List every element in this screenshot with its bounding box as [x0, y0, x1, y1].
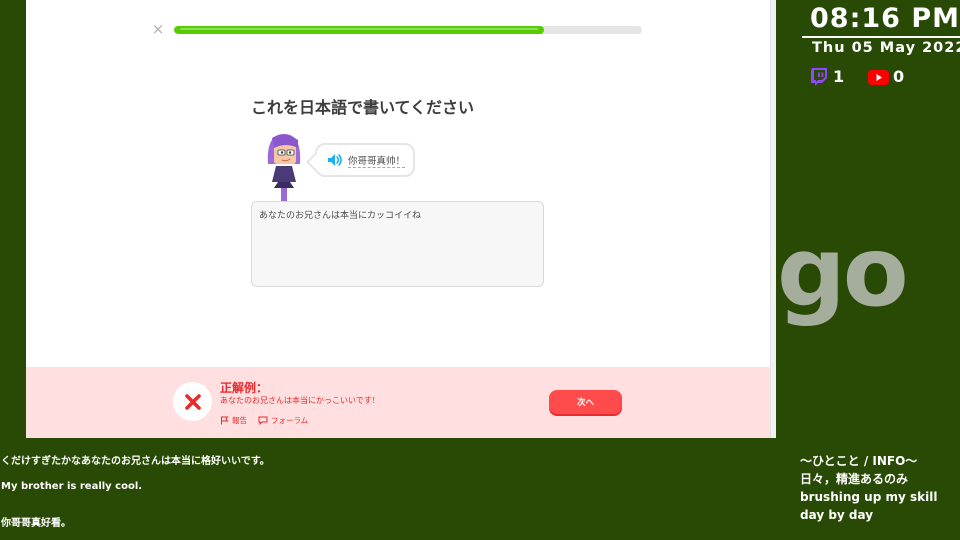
speech-bubble[interactable]: 你哥哥真帅！ [315, 143, 415, 177]
progress-bar [174, 26, 642, 34]
report-link[interactable]: 報告 [220, 415, 247, 426]
subtitle-english: My brother is really cool. [1, 481, 143, 492]
info-line-english: brushing up my skill day by day [800, 490, 938, 522]
feedback-title: 正解例： [220, 381, 269, 395]
twitch-count: 1 [833, 67, 845, 86]
clock-time: 08:16 PM [810, 3, 960, 34]
lesson-window: × これを日本語で書いてください 你哥哥真帅！ あなたのお兄さんは本当にカッコイ… [26, 0, 776, 438]
feedback-panel: 正解例： あなたのお兄さんは本当にかっこいいです！ 報告 フォーラム 次へ [26, 367, 770, 438]
clock-date: Thu 05 May 2022 [812, 40, 960, 56]
speaker-icon[interactable] [327, 153, 343, 167]
flag-icon [221, 416, 229, 425]
exercise-prompt: これを日本語で書いてください [251, 98, 475, 117]
comment-icon [258, 416, 268, 425]
incorrect-icon [173, 382, 212, 421]
subtitle-japanese: くだけすぎたかなあなたのお兄さんは本当に格好いいです。 [1, 456, 270, 467]
youtube-icon [868, 70, 889, 85]
logo-watermark: go [777, 216, 909, 328]
info-line-japanese: 日々，精進あるのみ [800, 472, 909, 486]
forum-link[interactable]: フォーラム [258, 415, 308, 426]
answer-textarea[interactable]: あなたのお兄さんは本当にカッコイイね [251, 201, 544, 287]
clock-divider [802, 36, 960, 38]
close-icon[interactable]: × [151, 20, 165, 38]
youtube-count: 0 [893, 67, 905, 86]
character-illustration [267, 134, 301, 202]
next-button[interactable]: 次へ [549, 390, 622, 414]
bubble-text[interactable]: 你哥哥真帅！ [348, 153, 406, 168]
scrollbar[interactable] [770, 0, 776, 438]
correct-solution: あなたのお兄さんは本当にかっこいいです！ [220, 396, 380, 405]
twitch-icon [811, 68, 827, 86]
subtitle-chinese: 你哥哥真好看。 [1, 518, 71, 529]
report-label[interactable]: 報告 [232, 415, 247, 426]
forum-label[interactable]: フォーラム [271, 415, 308, 426]
info-title: 〜ひとこと / INFO〜 [800, 454, 918, 468]
progress-fill [174, 26, 544, 34]
